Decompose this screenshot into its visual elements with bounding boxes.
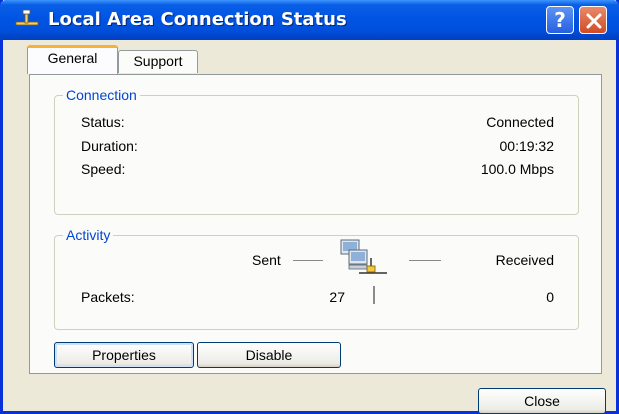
connection-group: Connection Status: Connected Duration: 0… [54,86,579,215]
disable-button[interactable]: Disable [197,342,341,368]
packets-sent-value: 27 [329,289,345,305]
tab-support[interactable]: Support [118,50,198,73]
status-label: Status: [81,114,125,130]
speed-label: Speed: [81,161,126,177]
received-label: Received [495,252,554,268]
close-window-button[interactable] [579,6,607,34]
sent-line [293,260,323,261]
help-icon: ? [554,8,566,32]
status-value: Connected [486,114,554,130]
activity-legend: Activity [63,226,114,244]
packets-label: Packets: [81,289,135,305]
window-title: Local Area Connection Status [48,9,347,30]
network-computers-icon [335,236,395,281]
network-connection-icon [14,8,40,30]
packets-received-value: 0 [546,289,554,305]
help-button[interactable]: ? [546,6,574,34]
status-dialog: Local Area Connection Status ? General S… [0,0,619,414]
packets-divider [373,286,375,304]
tab-general[interactable]: General [27,45,118,74]
received-line [409,260,441,261]
close-button[interactable]: Close [478,388,606,414]
properties-button[interactable]: Properties [54,342,194,368]
title-bar[interactable]: Local Area Connection Status ? [0,0,619,40]
speed-value: 100.0 Mbps [480,161,554,177]
activity-group: Activity Sent Received Packets: 27 0 [54,226,579,330]
connection-legend: Connection [63,86,140,104]
duration-value: 00:19:32 [499,138,555,154]
duration-label: Duration: [81,138,138,154]
close-icon [586,13,602,29]
general-tab-panel: Connection Status: Connected Duration: 0… [29,74,602,374]
sent-label: Sent [252,252,281,268]
